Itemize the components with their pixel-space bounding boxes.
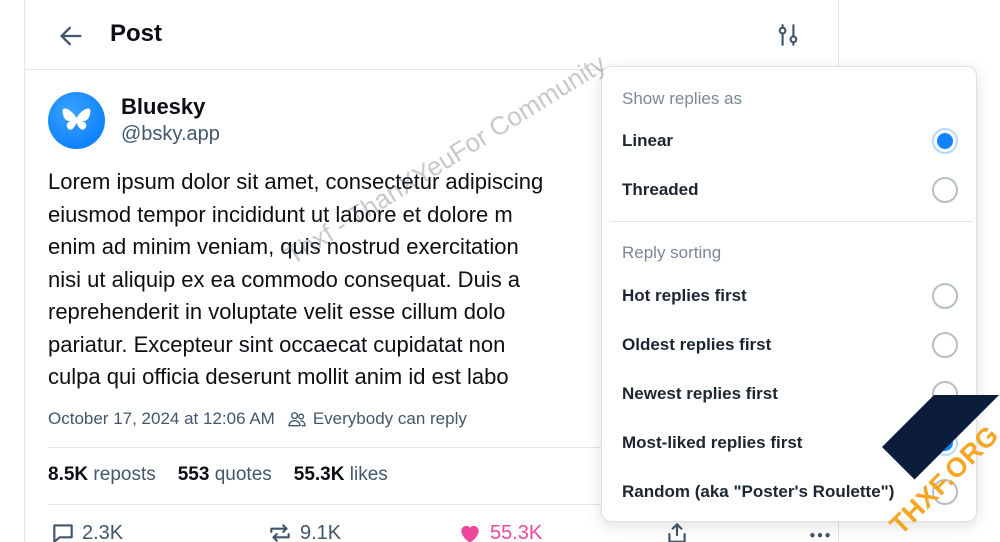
back-arrow-icon[interactable]: [57, 22, 85, 50]
thread-preferences-menu: Show replies as Linear Threaded Reply so…: [601, 66, 977, 522]
post-text-line: eiusmod tempor incididunt ut labore et d…: [48, 201, 513, 227]
repost-icon: [270, 524, 290, 542]
more-options-button[interactable]: [806, 520, 840, 542]
show-replies-title: Show replies as: [622, 89, 743, 108]
radio-unselected[interactable]: [932, 381, 958, 407]
quotes-label: quotes: [214, 464, 272, 485]
post-stats: 8.5K reposts 553 quotes 55.3K likes: [48, 464, 410, 486]
post-text-line: culpa qui officia deserunt mollit anim i…: [48, 364, 509, 389]
option-label: Hot replies first: [622, 286, 747, 305]
option-linear[interactable]: Linear: [602, 119, 976, 163]
reply-count: 2.3K: [82, 521, 124, 542]
reply-bubble-icon: [53, 524, 73, 542]
option-label: Linear: [622, 131, 674, 150]
option-most-liked-replies-first[interactable]: Most-liked replies first: [602, 421, 976, 465]
like-count: 55.3K: [490, 521, 543, 542]
share-button[interactable]: [664, 520, 696, 542]
option-label: Threaded: [622, 180, 699, 199]
post-text-line: reprehenderit in voluptate velit esse ci…: [48, 299, 506, 324]
radio-unselected[interactable]: [932, 479, 958, 505]
post-header: Post: [25, 0, 840, 70]
likes-stat[interactable]: 55.3K likes: [294, 464, 388, 486]
ellipsis-icon: [810, 533, 830, 538]
author-name[interactable]: Bluesky: [121, 94, 205, 120]
like-button[interactable]: 55.3K: [456, 520, 542, 542]
radio-selected[interactable]: [932, 128, 958, 154]
post-text-line: pariatur. Excepteur sint occaecat cupida…: [48, 331, 506, 357]
option-label: Newest replies first: [622, 384, 778, 403]
post-text: Lorem ipsum dolor sit amet, consectetur …: [48, 166, 608, 396]
radio-selected[interactable]: [932, 430, 958, 456]
option-threaded[interactable]: Threaded: [602, 168, 976, 212]
post-text-line: nisi ut aliquip ex ea commodo consequat.…: [48, 266, 521, 292]
option-label: Random (aka "Poster's Roulette"): [622, 482, 895, 501]
option-hot-replies-first[interactable]: Hot replies first: [602, 274, 976, 318]
reposts-count: 8.5K: [48, 464, 89, 485]
thread-settings-icon[interactable]: [775, 22, 801, 48]
reply-setting[interactable]: Everybody can reply: [313, 409, 467, 429]
option-random-replies[interactable]: Random (aka "Poster's Roulette"): [602, 470, 976, 514]
butterfly-icon: [62, 108, 91, 130]
reply-sorting-title: Reply sorting: [622, 243, 722, 262]
radio-unselected[interactable]: [932, 177, 958, 203]
option-label: Oldest replies first: [622, 335, 772, 354]
author-handle[interactable]: @bsky.app: [121, 123, 220, 146]
repost-button[interactable]: 9.1K: [266, 520, 341, 542]
likes-label: likes: [349, 464, 388, 485]
page-title: Post: [110, 20, 163, 47]
quotes-stat[interactable]: 553 quotes: [178, 464, 272, 486]
post-timestamp[interactable]: October 17, 2024 at 12:06 AM: [48, 409, 275, 429]
option-newest-replies-first[interactable]: Newest replies first: [602, 372, 976, 416]
option-oldest-replies-first[interactable]: Oldest replies first: [602, 323, 976, 367]
post-text-line: Lorem ipsum dolor sit amet, consectetur …: [48, 169, 544, 194]
post-meta: October 17, 2024 at 12:06 AM Everybody c…: [48, 409, 467, 429]
radio-unselected[interactable]: [932, 283, 958, 309]
likes-count: 55.3K: [293, 464, 345, 485]
people-icon: [288, 412, 306, 427]
post-actions: 2.3K 9.1K 55.3K: [48, 520, 830, 542]
radio-unselected[interactable]: [932, 332, 958, 358]
menu-divider: [610, 221, 972, 222]
reposts-stat[interactable]: 8.5K reposts: [48, 464, 156, 486]
avatar[interactable]: [48, 92, 105, 149]
reposts-label: reposts: [93, 464, 156, 485]
post-text-line: enim ad minim veniam, quis nostrud exerc…: [48, 234, 519, 259]
share-icon: [668, 523, 686, 542]
repost-count: 9.1K: [300, 521, 342, 542]
heart-icon: [461, 526, 479, 542]
quotes-count: 553: [177, 464, 210, 485]
option-label: Most-liked replies first: [622, 433, 803, 452]
reply-button[interactable]: 2.3K: [50, 520, 123, 542]
